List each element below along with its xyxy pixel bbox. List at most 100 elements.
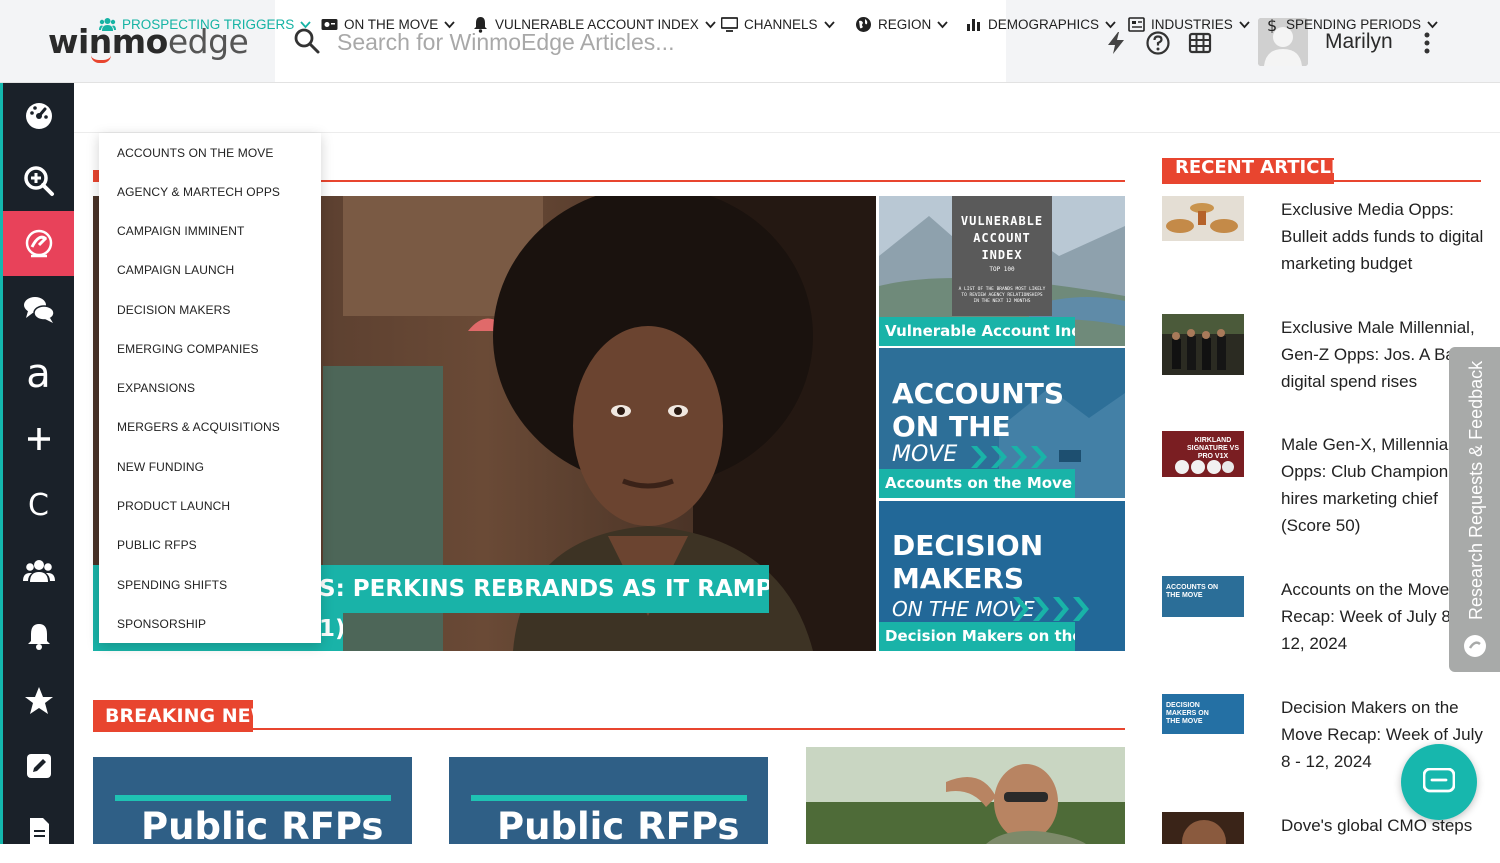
chevron-down-icon (444, 21, 455, 29)
category-nav (74, 83, 1500, 133)
dollar-icon: $ (1267, 16, 1277, 33)
nav-label: SPENDING PERIODS (1286, 17, 1422, 32)
nav-spending-periods[interactable]: $ SPENDING PERIODS (1263, 16, 1438, 33)
help-icon[interactable] (1145, 30, 1171, 56)
dropdown-item[interactable]: CAMPAIGN LAUNCH (117, 263, 234, 277)
tile-big-title: DECISION MAKERS (892, 529, 1044, 595)
sidebar-item-dashboard[interactable] (3, 83, 74, 148)
newspaper-icon (1128, 17, 1145, 32)
chevron-down-icon (705, 21, 716, 29)
group-photo (1162, 314, 1244, 375)
sidebar-item-search[interactable] (3, 148, 74, 213)
bell-icon (27, 623, 50, 650)
tile-big-title: ACCOUNTS ON THE (892, 377, 1065, 443)
users-icon (99, 18, 116, 31)
prospecting-triggers-dropdown: ACCOUNTS ON THE MOVE AGENCY & MARTECH OP… (99, 133, 321, 643)
grid-icon[interactable] (1187, 30, 1213, 56)
tile-accounts-on-the-move[interactable]: ACCOUNTS ON THE MOVE Accounts on the Move… (879, 348, 1125, 498)
nav-industries[interactable]: INDUSTRIES (1128, 16, 1250, 33)
dropdown-item[interactable]: EXPANSIONS (117, 381, 195, 395)
chevron-down-icon (937, 21, 948, 29)
tile-caption: Decision Makers on the Mo... (879, 622, 1075, 651)
recent-thumb[interactable]: ACCOUNTS ON THE MOVE (1162, 576, 1244, 617)
username[interactable]: Marilyn (1325, 30, 1393, 54)
chevron-down-icon (1239, 21, 1250, 29)
dashboard-icon (25, 102, 52, 129)
left-sidebar: a C (0, 83, 74, 847)
letter-c-icon: C (28, 487, 49, 523)
dropdown-item[interactable]: PUBLIC RFPS (117, 538, 197, 552)
thumb-overlay-text: KIRKLAND SIGNATURE VS PRO V1X (1187, 437, 1239, 460)
chat-launcher-button[interactable] (1401, 744, 1477, 820)
dropdown-item[interactable]: SPENDING SHIFTS (117, 578, 227, 592)
card-accent-bar (471, 795, 747, 801)
dropdown-item[interactable]: EMERGING COMPANIES (117, 342, 259, 356)
breaking-news-card[interactable] (806, 747, 1125, 844)
nav-channels[interactable]: CHANNELS (721, 16, 835, 33)
tile-sub-title: MOVE (892, 442, 958, 467)
nav-demographics[interactable]: DEMOGRAPHICS (965, 16, 1116, 33)
chevrons-icon (1013, 597, 1089, 621)
dropdown-item[interactable]: PRODUCT LAUNCH (117, 499, 230, 513)
dropdown-item[interactable]: NEW FUNDING (117, 460, 204, 474)
sidebar-item-edge[interactable] (3, 211, 74, 276)
bolt-icon[interactable] (1103, 30, 1129, 56)
globe-icon (856, 17, 871, 32)
star-icon (24, 686, 53, 714)
chevron-down-icon (1427, 21, 1438, 29)
recent-thumb[interactable]: KIRKLAND SIGNATURE VS PRO V1X (1162, 431, 1244, 477)
breaking-news-card[interactable]: Public RFPs (93, 757, 412, 844)
edit-icon (26, 753, 51, 778)
chat-icon (23, 296, 55, 323)
svg-text:$: $ (1267, 16, 1277, 33)
vai-top100: TOP 100 (989, 266, 1015, 273)
dropdown-item[interactable]: AGENCY & MARTECH OPPS (117, 185, 280, 199)
nav-label: PROSPECTING TRIGGERS (122, 17, 295, 32)
nav-prospecting-triggers[interactable]: PROSPECTING TRIGGERS (99, 16, 311, 33)
nav-on-the-move[interactable]: ON THE MOVE (321, 16, 455, 33)
sidebar-item-favorites[interactable] (3, 668, 74, 733)
recent-article-title[interactable]: Exclusive Media Opps: Bulleit adds funds… (1281, 196, 1486, 277)
nav-region[interactable]: REGION (855, 16, 948, 33)
sidebar-item-chat[interactable] (3, 276, 74, 341)
id-card-icon (321, 19, 338, 30)
chevron-down-icon (1105, 21, 1116, 29)
sidebar-item-edit[interactable] (3, 733, 74, 798)
vai-line: VULNERABLE (960, 214, 1044, 228)
recent-thumb[interactable] (1162, 196, 1244, 241)
edge-icon (25, 229, 52, 257)
breaking-news-card[interactable]: Public RFPs (449, 757, 768, 844)
dropdown-item[interactable]: MERGERS & ACQUISITIONS (117, 420, 280, 434)
sidebar-item-a[interactable]: a (3, 341, 74, 406)
dropdown-item[interactable]: SPONSORSHIP (117, 617, 206, 631)
dropdown-item[interactable]: DECISION MAKERS (117, 303, 231, 317)
sidebar-item-c[interactable]: C (3, 473, 74, 538)
portrait-photo (1162, 812, 1244, 844)
sidebar-item-users[interactable] (3, 538, 74, 603)
card-accent-bar (115, 795, 391, 801)
sidebar-item-documents[interactable] (3, 798, 74, 863)
tile-decision-makers[interactable]: DECISION MAKERS ON THE MOVE Decision Make… (879, 501, 1125, 651)
nav-label: REGION (878, 17, 932, 32)
chevron-down-icon (823, 21, 835, 29)
sidebar-item-add[interactable] (3, 406, 74, 471)
feedback-tab-label: Research Requests & Feedback (1466, 360, 1486, 620)
sidebar-item-notifications[interactable] (3, 603, 74, 668)
dropdown-item[interactable]: ACCOUNTS ON THE MOVE (117, 146, 273, 160)
recent-thumb[interactable] (1162, 812, 1244, 844)
document-icon (29, 817, 49, 847)
recent-thumb[interactable]: DECISION MAKERS ON THE MOVE (1162, 694, 1244, 734)
recent-thumb[interactable] (1162, 314, 1244, 375)
letter-a-icon: a (26, 350, 51, 397)
vai-line: INDEX (981, 248, 1023, 262)
more-menu-icon[interactable] (1418, 30, 1436, 56)
nav-vulnerable-account-index[interactable]: VULNERABLE ACCOUNT INDEX (472, 16, 716, 33)
users-icon (22, 559, 55, 582)
tile-vulnerable-account-index[interactable]: VULNERABLE ACCOUNT INDEX TOP 100 A LIST OF… (879, 196, 1125, 346)
logo-smile-icon (91, 55, 111, 63)
dropdown-item[interactable]: CAMPAIGN IMMINENT (117, 224, 244, 238)
nav-label: CHANNELS (744, 17, 818, 32)
chat-bubble-icon (1423, 768, 1455, 793)
feedback-icon (1464, 635, 1486, 657)
nav-label: VULNERABLE ACCOUNT INDEX (495, 17, 699, 32)
